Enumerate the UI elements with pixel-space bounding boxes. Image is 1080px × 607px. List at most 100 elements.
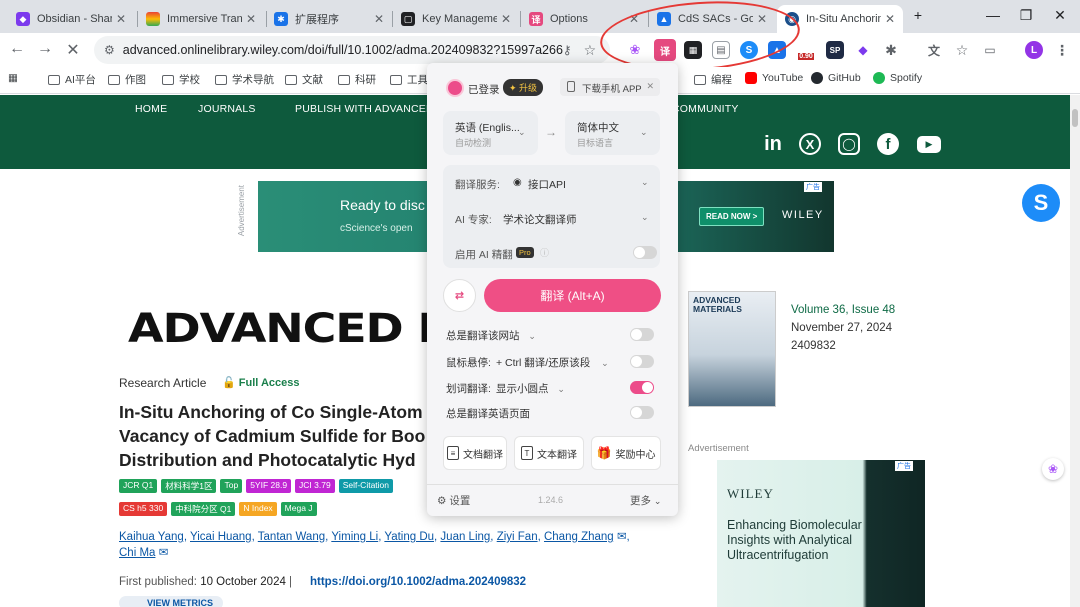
- always-translate-site-toggle[interactable]: [630, 328, 654, 341]
- info-icon[interactable]: ⓘ: [540, 246, 549, 259]
- expert-select[interactable]: 学术论文翻译师 ⌄: [503, 208, 653, 228]
- menu-icon[interactable]: ⋮: [1053, 41, 1071, 59]
- bookmark-folder[interactable]: 文献: [285, 72, 323, 87]
- bookmark-youtube[interactable]: YouTube: [745, 72, 803, 84]
- minimize-button[interactable]: —: [983, 7, 1003, 23]
- address-bar[interactable]: ⚙ advanced.onlinelibrary.wiley.com/doi/f…: [94, 36, 610, 64]
- badge[interactable]: 材料科学1区: [161, 479, 217, 493]
- author-link[interactable]: Yicai Huang: [190, 531, 252, 543]
- document-extension-icon[interactable]: ▤: [712, 41, 730, 59]
- author-link[interactable]: Chi Ma: [119, 547, 155, 559]
- journal-cover[interactable]: ADVANCED MATERIALS: [688, 291, 776, 407]
- rating-extension-icon[interactable]: 0.90: [796, 41, 816, 60]
- facebook-icon[interactable]: f: [877, 133, 899, 155]
- rewards-center-button[interactable]: 🎁 奖励中心: [591, 436, 661, 470]
- profile-avatar[interactable]: L: [1025, 41, 1043, 59]
- brain-floating-icon[interactable]: ❀: [1042, 458, 1064, 480]
- badge[interactable]: N Index: [239, 502, 277, 516]
- page-scrollbar[interactable]: [1070, 95, 1080, 607]
- hover-toggle[interactable]: [630, 355, 654, 368]
- bookmark-folder[interactable]: 工具: [390, 72, 428, 87]
- author-link[interactable]: Chang Zhang: [544, 531, 614, 543]
- badge[interactable]: Top: [220, 479, 243, 493]
- puzzle-icon[interactable]: ✱: [882, 41, 900, 59]
- bookmark-folder[interactable]: 科研: [338, 72, 376, 87]
- bookmark-github[interactable]: GitHub: [811, 72, 861, 84]
- more-menu-button[interactable]: 更多 ⌄: [630, 493, 661, 508]
- download-app-button[interactable]: 下载手机 APP ✕: [560, 78, 660, 96]
- close-icon[interactable]: ✕: [246, 12, 256, 26]
- new-tab-button[interactable]: +: [908, 7, 928, 23]
- scrollbar-thumb[interactable]: [1072, 109, 1078, 127]
- tab-options[interactable]: 译 Options ✕: [521, 5, 647, 33]
- nav-journals[interactable]: JOURNALS: [198, 103, 256, 115]
- s-floating-button[interactable]: S: [1022, 184, 1060, 222]
- stop-button[interactable]: ✕: [62, 40, 84, 60]
- tab-obsidian[interactable]: ◆ Obsidian - Shar ✕: [8, 5, 134, 33]
- select-translate-select[interactable]: 显示小圆点 ⌄: [496, 381, 565, 396]
- volume-issue[interactable]: Volume 36, Issue 48: [791, 304, 895, 316]
- badge[interactable]: JCI 3.79: [295, 479, 335, 493]
- close-icon[interactable]: ✕: [646, 81, 654, 92]
- sp-extension-icon[interactable]: SP: [826, 41, 844, 59]
- scholar-extension-icon[interactable]: ▲: [768, 41, 786, 59]
- author-link[interactable]: Ziyi Fan: [497, 531, 538, 543]
- youtube-icon[interactable]: ▶: [917, 136, 941, 153]
- view-metrics-button[interactable]: VIEW METRICS: [119, 596, 223, 607]
- ai-refine-toggle[interactable]: [633, 246, 657, 259]
- close-window-button[interactable]: ✕: [1050, 7, 1070, 24]
- brain-extension-icon[interactable]: ❀: [626, 41, 644, 59]
- nav-community[interactable]: COMMUNITY: [672, 103, 739, 115]
- restore-button[interactable]: ❐: [1016, 7, 1036, 24]
- user-avatar[interactable]: [446, 79, 464, 97]
- source-language-select[interactable]: 英语 (Englis... 自动检测 ⌄: [443, 111, 538, 155]
- bookmark-folder[interactable]: 作图: [108, 72, 146, 87]
- service-select[interactable]: ◉ 接口API ⌄: [513, 173, 653, 193]
- upgrade-button[interactable]: ✦ 升级: [503, 79, 544, 96]
- badge[interactable]: Self-Citation: [338, 479, 394, 493]
- instagram-icon[interactable]: ◯: [838, 133, 860, 155]
- bookmark-folder[interactable]: 学术导航: [215, 72, 274, 87]
- close-icon[interactable]: ✕: [374, 12, 384, 26]
- ad-cta-button[interactable]: READ NOW >: [699, 207, 765, 226]
- tab-cds-sacs[interactable]: ▲ CdS SACs - Go ✕: [649, 5, 775, 33]
- arrow-right-icon[interactable]: →: [545, 125, 557, 139]
- key-icon[interactable]: ⚷: [563, 43, 572, 57]
- select-translate-toggle[interactable]: [630, 381, 654, 394]
- badge[interactable]: CS h5 330: [119, 502, 168, 516]
- linkedin-icon[interactable]: in: [762, 133, 784, 155]
- nav-publish[interactable]: PUBLISH WITH ADVANCED: [295, 103, 434, 115]
- grid-extension-icon[interactable]: ▦: [684, 41, 702, 59]
- apps-grid-icon[interactable]: ▦: [8, 72, 18, 84]
- close-icon[interactable]: ✕: [885, 12, 895, 26]
- tab-immersive[interactable]: Immersive Tran ✕: [138, 5, 264, 33]
- author-link[interactable]: Juan Ling: [440, 531, 490, 543]
- close-icon[interactable]: ✕: [757, 12, 767, 26]
- close-icon[interactable]: ✕: [629, 12, 639, 26]
- author-link[interactable]: Kaihua Yang: [119, 531, 184, 543]
- translate-button[interactable]: 翻译 (Alt+A): [484, 279, 661, 312]
- author-link[interactable]: Yiming Li: [331, 531, 378, 543]
- bookmark-folder[interactable]: 学校: [162, 72, 200, 87]
- badge[interactable]: JCR Q1: [119, 479, 158, 493]
- translate-icon-button[interactable]: ⇄: [443, 279, 476, 312]
- doi-link[interactable]: https://doi.org/10.1002/adma.202409832: [310, 576, 526, 588]
- bookmark-star-icon[interactable]: ☆: [953, 41, 971, 59]
- bookmark-spotify[interactable]: Spotify: [873, 72, 922, 84]
- obsidian-clipper-icon[interactable]: ◆: [854, 41, 872, 59]
- badge[interactable]: 5YIF 28.9: [246, 479, 292, 493]
- text-translate-button[interactable]: T 文本翻译: [514, 436, 584, 470]
- bookmark-folder[interactable]: 编程: [694, 72, 732, 87]
- settings-button[interactable]: ⚙ 设置: [437, 493, 470, 508]
- always-translate-site-label[interactable]: 总是翻译该网站 ⌄: [446, 328, 536, 343]
- site-info-icon[interactable]: ⚙: [104, 43, 115, 57]
- close-icon[interactable]: ✕: [116, 12, 126, 26]
- nav-home[interactable]: HOME: [135, 103, 167, 115]
- document-translate-button[interactable]: ≡ 文档翻译: [443, 436, 507, 470]
- badge[interactable]: Mega J: [280, 502, 317, 516]
- tab-extensions[interactable]: ✱ 扩展程序 ✕: [266, 5, 392, 33]
- immersive-translate-extension-icon[interactable]: 译: [654, 39, 676, 61]
- sidebar-ad[interactable]: 广告 WILEY Enhancing Biomolecular Insights…: [717, 460, 925, 607]
- badge[interactable]: 中科院分区 Q1: [171, 502, 236, 516]
- author-link[interactable]: Tantan Wang: [258, 531, 325, 543]
